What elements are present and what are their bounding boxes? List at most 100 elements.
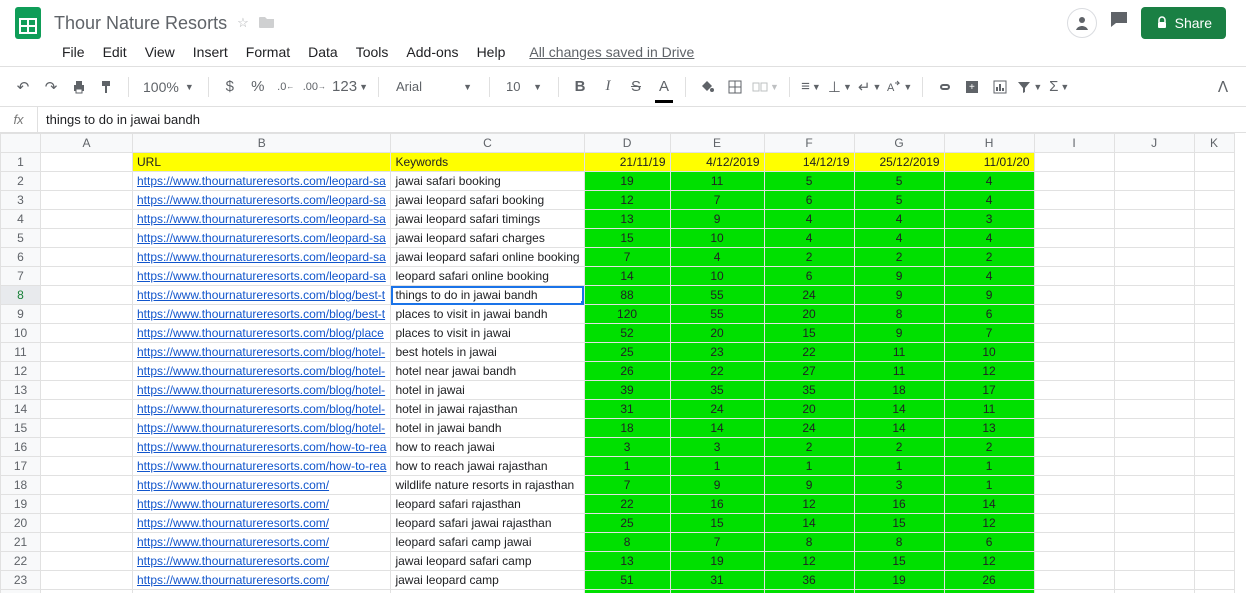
cell[interactable] <box>1114 248 1194 267</box>
cell[interactable] <box>1114 533 1194 552</box>
cell-url[interactable]: https://www.thournatureresorts.com/ <box>133 533 391 552</box>
cell[interactable] <box>41 419 133 438</box>
star-icon[interactable]: ☆ <box>237 15 249 31</box>
cell-value[interactable]: 18 <box>584 419 670 438</box>
cell-url[interactable]: https://www.thournatureresorts.com/ <box>133 571 391 590</box>
italic-button[interactable]: I <box>597 74 619 100</box>
cell[interactable] <box>1194 552 1234 571</box>
font-size-dropdown[interactable]: 10▼ <box>500 77 548 96</box>
cell-value[interactable]: 9 <box>670 476 764 495</box>
insert-chart-icon[interactable] <box>989 74 1011 100</box>
cell[interactable] <box>1114 172 1194 191</box>
cell-value[interactable]: 6 <box>944 305 1034 324</box>
cell[interactable] <box>41 590 133 594</box>
vertical-align-icon[interactable]: ⊥▼ <box>828 74 852 100</box>
functions-icon[interactable]: Σ▼ <box>1048 74 1070 100</box>
header-keywords[interactable]: Keywords <box>391 153 584 172</box>
cell-value[interactable]: 14 <box>764 514 854 533</box>
cell[interactable] <box>1034 229 1114 248</box>
menu-addons[interactable]: Add-ons <box>406 44 458 60</box>
cell[interactable] <box>1034 400 1114 419</box>
cell[interactable] <box>1114 324 1194 343</box>
cell[interactable] <box>1194 324 1234 343</box>
cell-keyword[interactable]: leopard safari in rajasthan <box>391 590 584 594</box>
bold-button[interactable]: B <box>569 74 591 100</box>
cell-value[interactable]: 6 <box>944 533 1034 552</box>
cell-value[interactable]: 8 <box>764 533 854 552</box>
cell[interactable] <box>41 324 133 343</box>
cell[interactable] <box>41 495 133 514</box>
cell-value[interactable]: 11 <box>670 172 764 191</box>
cell-value[interactable]: 19 <box>670 552 764 571</box>
sheet-grid[interactable]: ABCDEFGHIJK 1URLKeywords21/11/194/12/201… <box>0 133 1246 593</box>
cell-value[interactable]: 7 <box>584 248 670 267</box>
font-family-dropdown[interactable]: Arial▼ <box>389 76 479 97</box>
cell-value[interactable]: 3 <box>854 476 944 495</box>
cell-value[interactable]: 15 <box>764 324 854 343</box>
cell[interactable] <box>1194 248 1234 267</box>
cell-value[interactable]: 9 <box>854 324 944 343</box>
cell[interactable] <box>1194 571 1234 590</box>
cell-keyword[interactable]: places to visit in jawai <box>391 324 584 343</box>
cell-keyword[interactable]: jawai leopard safari charges <box>391 229 584 248</box>
cell[interactable] <box>1114 400 1194 419</box>
cell-value[interactable]: 9 <box>944 286 1034 305</box>
cell-value[interactable]: 9 <box>854 267 944 286</box>
cell-value[interactable]: 5 <box>764 172 854 191</box>
cell-value[interactable]: 39 <box>584 381 670 400</box>
cell-value[interactable]: 12 <box>944 552 1034 571</box>
cell-keyword[interactable]: leopard safari rajasthan <box>391 495 584 514</box>
cell-keyword[interactable]: leopard safari camp jawai <box>391 533 584 552</box>
row-header[interactable]: 18 <box>1 476 41 495</box>
cell-value[interactable]: 25 <box>584 514 670 533</box>
cell-value[interactable]: 1 <box>854 457 944 476</box>
cell-url[interactable]: https://www.thournatureresorts.com/blog/… <box>133 400 391 419</box>
cell[interactable] <box>1114 191 1194 210</box>
cell[interactable] <box>1034 590 1114 594</box>
cell[interactable] <box>1194 343 1234 362</box>
cell-value[interactable]: 14 <box>854 400 944 419</box>
header-date-4[interactable]: 11/01/20 <box>944 153 1034 172</box>
cell-value[interactable]: 3 <box>670 438 764 457</box>
cell-keyword[interactable]: hotel in jawai <box>391 381 584 400</box>
account-icon[interactable] <box>1067 8 1097 38</box>
cell[interactable] <box>41 362 133 381</box>
cell-value[interactable]: 12 <box>764 495 854 514</box>
collapse-toolbar-icon[interactable]: ᐱ <box>1212 74 1234 100</box>
col-header-d[interactable]: D <box>584 134 670 153</box>
cell-value[interactable]: 52 <box>584 324 670 343</box>
cell-value[interactable]: 26 <box>584 362 670 381</box>
cell-value[interactable]: 22 <box>764 343 854 362</box>
cell[interactable] <box>1114 438 1194 457</box>
undo-icon[interactable]: ↶ <box>12 74 34 100</box>
row-header[interactable]: 12 <box>1 362 41 381</box>
cell[interactable] <box>1114 153 1194 172</box>
cell-keyword[interactable]: jawai leopard safari online booking <box>391 248 584 267</box>
cell-url[interactable]: https://www.thournatureresorts.com/blog/… <box>133 419 391 438</box>
cell[interactable] <box>1194 476 1234 495</box>
cell-url[interactable]: https://www.thournatureresorts.com/blog/… <box>133 305 391 324</box>
header-url[interactable]: URL <box>133 153 391 172</box>
format-percent[interactable]: % <box>247 74 269 100</box>
cell-value[interactable]: 4 <box>944 267 1034 286</box>
cell[interactable] <box>1114 571 1194 590</box>
row-header[interactable]: 14 <box>1 400 41 419</box>
cell-value[interactable]: 4 <box>764 229 854 248</box>
cell-value[interactable]: 9 <box>854 286 944 305</box>
cell-value[interactable]: 7 <box>584 476 670 495</box>
cell-value[interactable]: 8 <box>854 305 944 324</box>
decrease-decimal[interactable]: .0← <box>275 74 297 100</box>
cell[interactable] <box>1034 438 1114 457</box>
cell-value[interactable]: 50 <box>584 590 670 594</box>
header-date-3[interactable]: 25/12/2019 <box>854 153 944 172</box>
row-header[interactable]: 3 <box>1 191 41 210</box>
cell[interactable] <box>1114 343 1194 362</box>
cell-value[interactable]: 1 <box>944 476 1034 495</box>
cell-value[interactable]: 11 <box>854 362 944 381</box>
cell-value[interactable]: 13 <box>584 552 670 571</box>
cell[interactable] <box>41 286 133 305</box>
cell[interactable] <box>1034 153 1114 172</box>
cell-url[interactable]: https://www.thournatureresorts.com/ <box>133 514 391 533</box>
cell-value[interactable]: 11 <box>944 400 1034 419</box>
menu-view[interactable]: View <box>145 44 175 60</box>
